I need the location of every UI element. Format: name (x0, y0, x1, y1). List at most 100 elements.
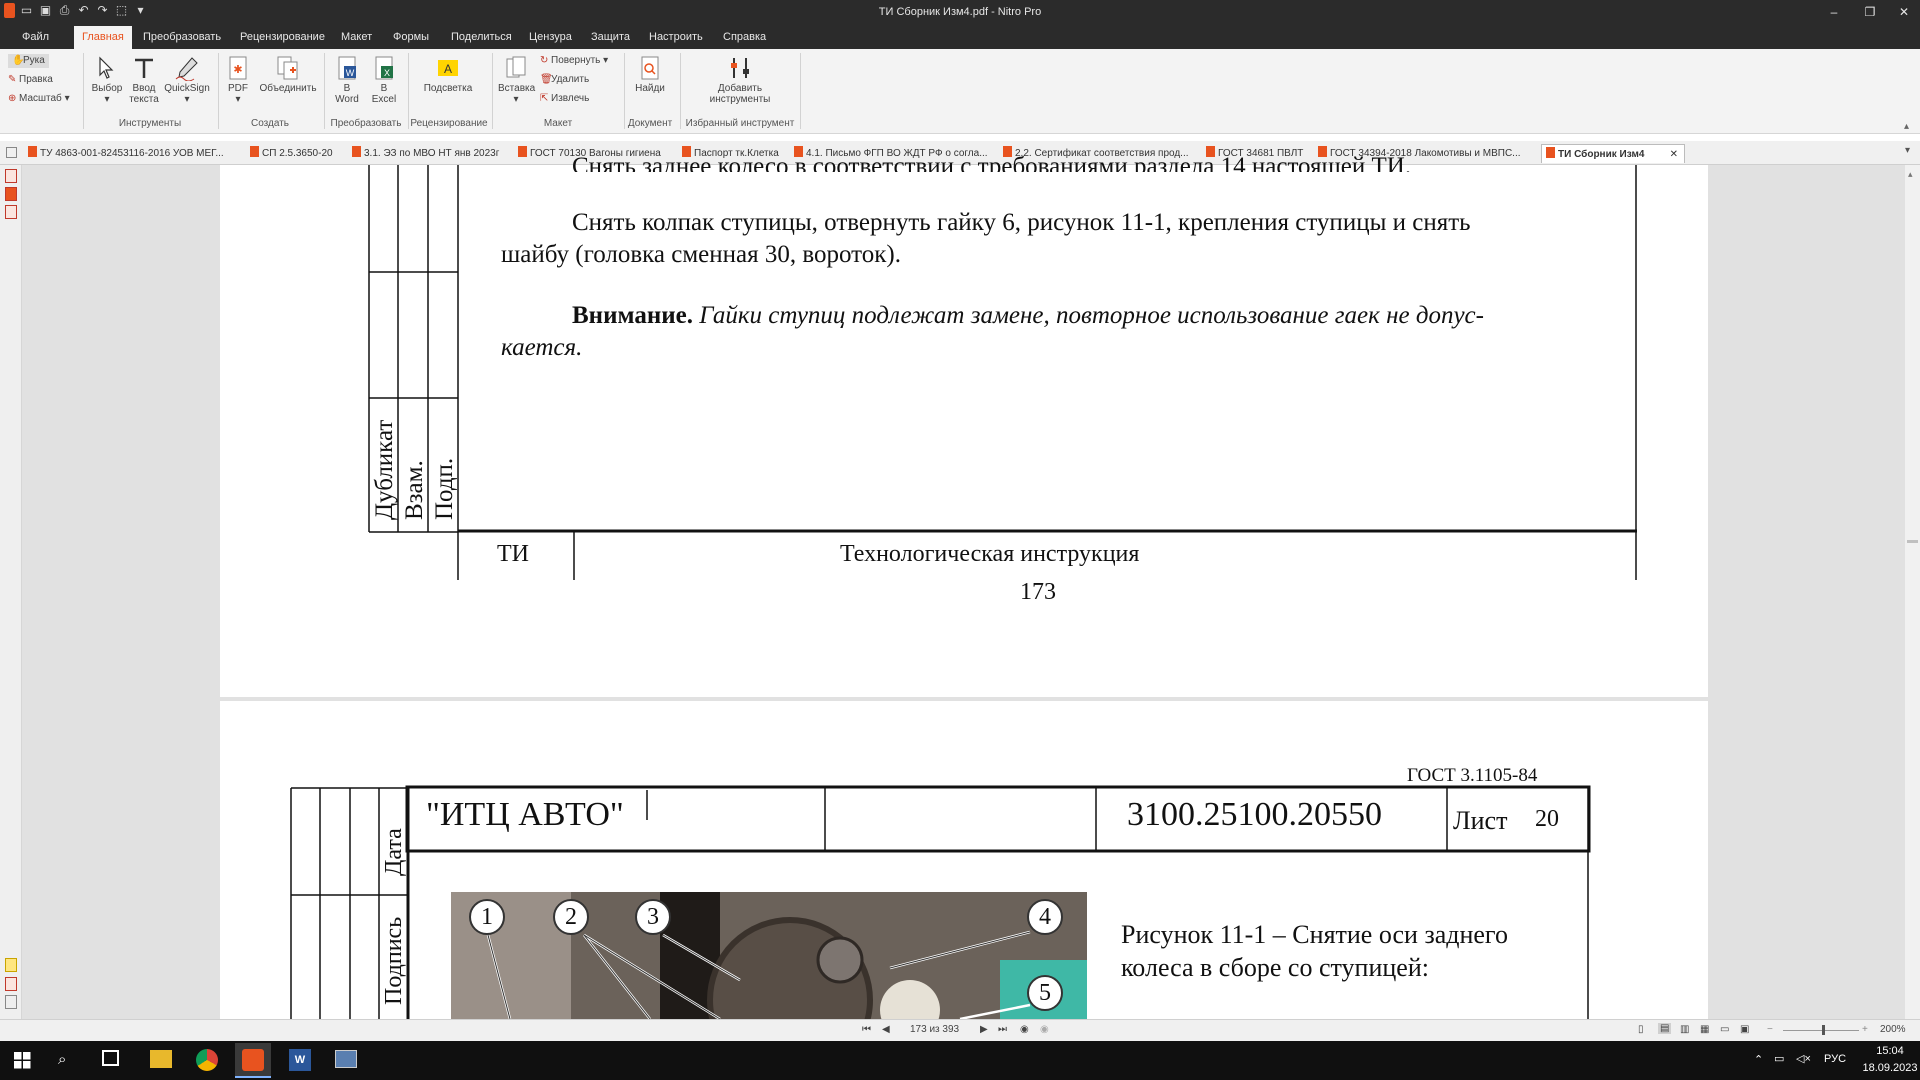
combine-files-icon (277, 56, 298, 80)
group-divider (492, 53, 493, 129)
image-viewer-icon[interactable] (335, 1050, 357, 1068)
rotate-button[interactable]: ↻ Повернуть ▾ (540, 54, 608, 68)
page-indicator[interactable]: 173 из 393 (910, 1024, 959, 1035)
doc-tab[interactable]: ГОСТ 70130 Вагоны гигиена (518, 144, 678, 163)
document-viewer[interactable] (22, 165, 1905, 1019)
combine-button[interactable]: Объединить (256, 55, 320, 94)
pdf-file-icon (518, 146, 527, 157)
continuous-icon[interactable]: ▤ (1658, 1023, 1672, 1034)
language-indicator[interactable]: РУС (1824, 1053, 1846, 1065)
create-pdf-button[interactable]: ✱ PDF ▾ (222, 55, 254, 105)
tab-review[interactable]: Рецензирование (232, 26, 333, 49)
search-icon[interactable]: ⌕ (58, 1051, 66, 1068)
zoom-out-icon[interactable]: − (1767, 1024, 1773, 1035)
doc-tab[interactable]: Паспорт тк.Клетка (682, 144, 790, 163)
doc-tab[interactable]: 2.2. Сертификат соответствия прод... (1003, 144, 1199, 163)
zoom-slider[interactable] (1783, 1030, 1859, 1031)
zoom-tool[interactable]: ⊕ Масштаб ▾ (8, 92, 70, 106)
clock-time[interactable]: 15:04 (1870, 1045, 1910, 1057)
group-label-review: Рецензирование (410, 118, 488, 129)
tab-customize[interactable]: Настроить (641, 26, 711, 49)
back-view-icon[interactable]: ◉ (1020, 1024, 1029, 1035)
facing-continuous-icon[interactable]: ▦ (1700, 1024, 1709, 1035)
to-word-button[interactable]: W В Word (330, 55, 364, 105)
last-page-icon[interactable]: ⏭ (998, 1024, 1007, 1035)
doc-tab[interactable]: ГОСТ 34394-2018 Лакомотивы и МВПС... (1318, 144, 1536, 163)
clock-date[interactable]: 18.09.2023 (1858, 1062, 1920, 1074)
collapse-ribbon-icon[interactable]: ▴ (1904, 121, 1909, 132)
doc-tab[interactable]: СП 2.5.3650-20 (250, 144, 348, 163)
close-tab-icon[interactable]: ✕ (1670, 145, 1678, 163)
network-icon[interactable]: ▭ (1774, 1052, 1784, 1065)
group-label-document: Документ (627, 118, 673, 129)
volume-icon[interactable]: ◁× (1796, 1052, 1811, 1065)
doc-tab[interactable]: 3.1. ЭЗ по МВО НТ янв 2023г (352, 144, 512, 163)
tab-help[interactable]: Справка (715, 26, 774, 49)
edit-tool[interactable]: ✎ Правка (8, 73, 53, 87)
file-explorer-icon[interactable] (150, 1050, 172, 1068)
tab-home[interactable]: Главная (74, 26, 132, 49)
zoom-in-icon[interactable]: + (1862, 1024, 1868, 1035)
tab-redact[interactable]: Цензура (521, 26, 580, 49)
find-button[interactable]: Найди (630, 55, 670, 94)
doc-tab[interactable]: ГОСТ 34681 ПВЛТ (1206, 144, 1312, 163)
zoom-slider-thumb[interactable] (1822, 1025, 1825, 1035)
tray-overflow-icon[interactable]: ⌃ (1754, 1053, 1763, 1066)
single-page-icon[interactable]: ▯ (1638, 1024, 1644, 1035)
comments-panel-icon[interactable] (5, 958, 17, 972)
extract-button[interactable]: ⇱ Извлечь (540, 92, 589, 106)
tab-protect[interactable]: Защита (583, 26, 638, 49)
tab-share[interactable]: Поделиться (443, 26, 520, 49)
pdf-file-icon (1206, 146, 1215, 157)
left-panel (0, 165, 22, 1020)
output-panel-icon[interactable] (5, 995, 17, 1009)
tab-list-icon[interactable] (6, 147, 17, 158)
doc-tab[interactable]: ТУ 4863-001-82453116-2016 УОВ МЕГ... (28, 144, 244, 163)
signatures-panel-icon[interactable] (5, 977, 17, 991)
vertical-scrollbar[interactable]: ▴ (1905, 165, 1920, 1019)
edit-icon: ✎ (8, 74, 17, 85)
add-tools-button[interactable]: Добавить инструменты (700, 55, 780, 105)
scroll-up-icon[interactable]: ▴ (1908, 169, 1913, 180)
zoom-level[interactable]: 200% (1880, 1024, 1906, 1035)
fit-page-icon[interactable]: ▣ (1740, 1024, 1749, 1035)
quicksign-button[interactable]: QuickSign ▾ (163, 55, 211, 105)
restore-icon[interactable]: ❐ (1862, 4, 1878, 20)
bookmarks-panel-icon[interactable] (5, 187, 17, 201)
delete-button[interactable]: 🗑Удалить (540, 73, 589, 87)
type-text-button[interactable]: Ввод текста (127, 55, 161, 105)
pages-panel-icon[interactable] (5, 169, 17, 183)
next-page-icon[interactable]: ▶ (980, 1024, 988, 1035)
to-excel-button[interactable]: X В Excel (367, 55, 401, 105)
attachments-panel-icon[interactable] (5, 205, 17, 219)
windows-start-icon[interactable] (14, 1052, 31, 1069)
taskbar-content: ⌕ W ⌃ ▭ ◁× РУС 15:04 18.09.2023 (0, 1041, 1920, 1080)
facing-icon[interactable]: ▥ (1680, 1024, 1689, 1035)
group-divider (324, 53, 325, 129)
doc-tab[interactable]: 4.1. Письмо ФГП ВО ЖДТ РФ о согла... (794, 144, 994, 163)
prev-page-icon[interactable]: ◀ (882, 1024, 890, 1035)
word-app-icon[interactable]: W (289, 1049, 311, 1071)
insert-button[interactable]: Вставка ▾ (498, 55, 535, 105)
scroll-thumb[interactable] (1907, 540, 1918, 543)
tab-forms[interactable]: Формы (385, 26, 437, 49)
fit-width-icon[interactable]: ▭ (1720, 1024, 1729, 1035)
first-page-icon[interactable]: ⏮ (862, 1024, 871, 1035)
hand-tool[interactable]: ✋Рука (8, 54, 49, 68)
group-divider (218, 53, 219, 129)
chrome-icon[interactable] (196, 1049, 218, 1071)
minimize-icon[interactable]: – (1826, 4, 1842, 20)
highlight-button[interactable]: A Подсветка (414, 55, 482, 94)
tab-convert[interactable]: Преобразовать (135, 26, 229, 49)
tab-file[interactable]: Файл (14, 26, 57, 49)
tab-layout[interactable]: Макет (333, 26, 380, 49)
excel-icon: X (375, 56, 393, 80)
select-button[interactable]: Выбор ▾ (90, 55, 124, 105)
pdf-file-icon (28, 146, 37, 157)
close-icon[interactable]: ✕ (1896, 4, 1912, 20)
task-view-icon[interactable] (102, 1050, 119, 1066)
doc-tab-active[interactable]: ТИ Сборник Изм4 ✕ (1541, 144, 1685, 163)
forward-view-icon[interactable]: ◉ (1040, 1024, 1049, 1035)
tab-overflow-icon[interactable]: ▾ (1905, 145, 1910, 156)
svg-text:✱: ✱ (233, 64, 242, 76)
